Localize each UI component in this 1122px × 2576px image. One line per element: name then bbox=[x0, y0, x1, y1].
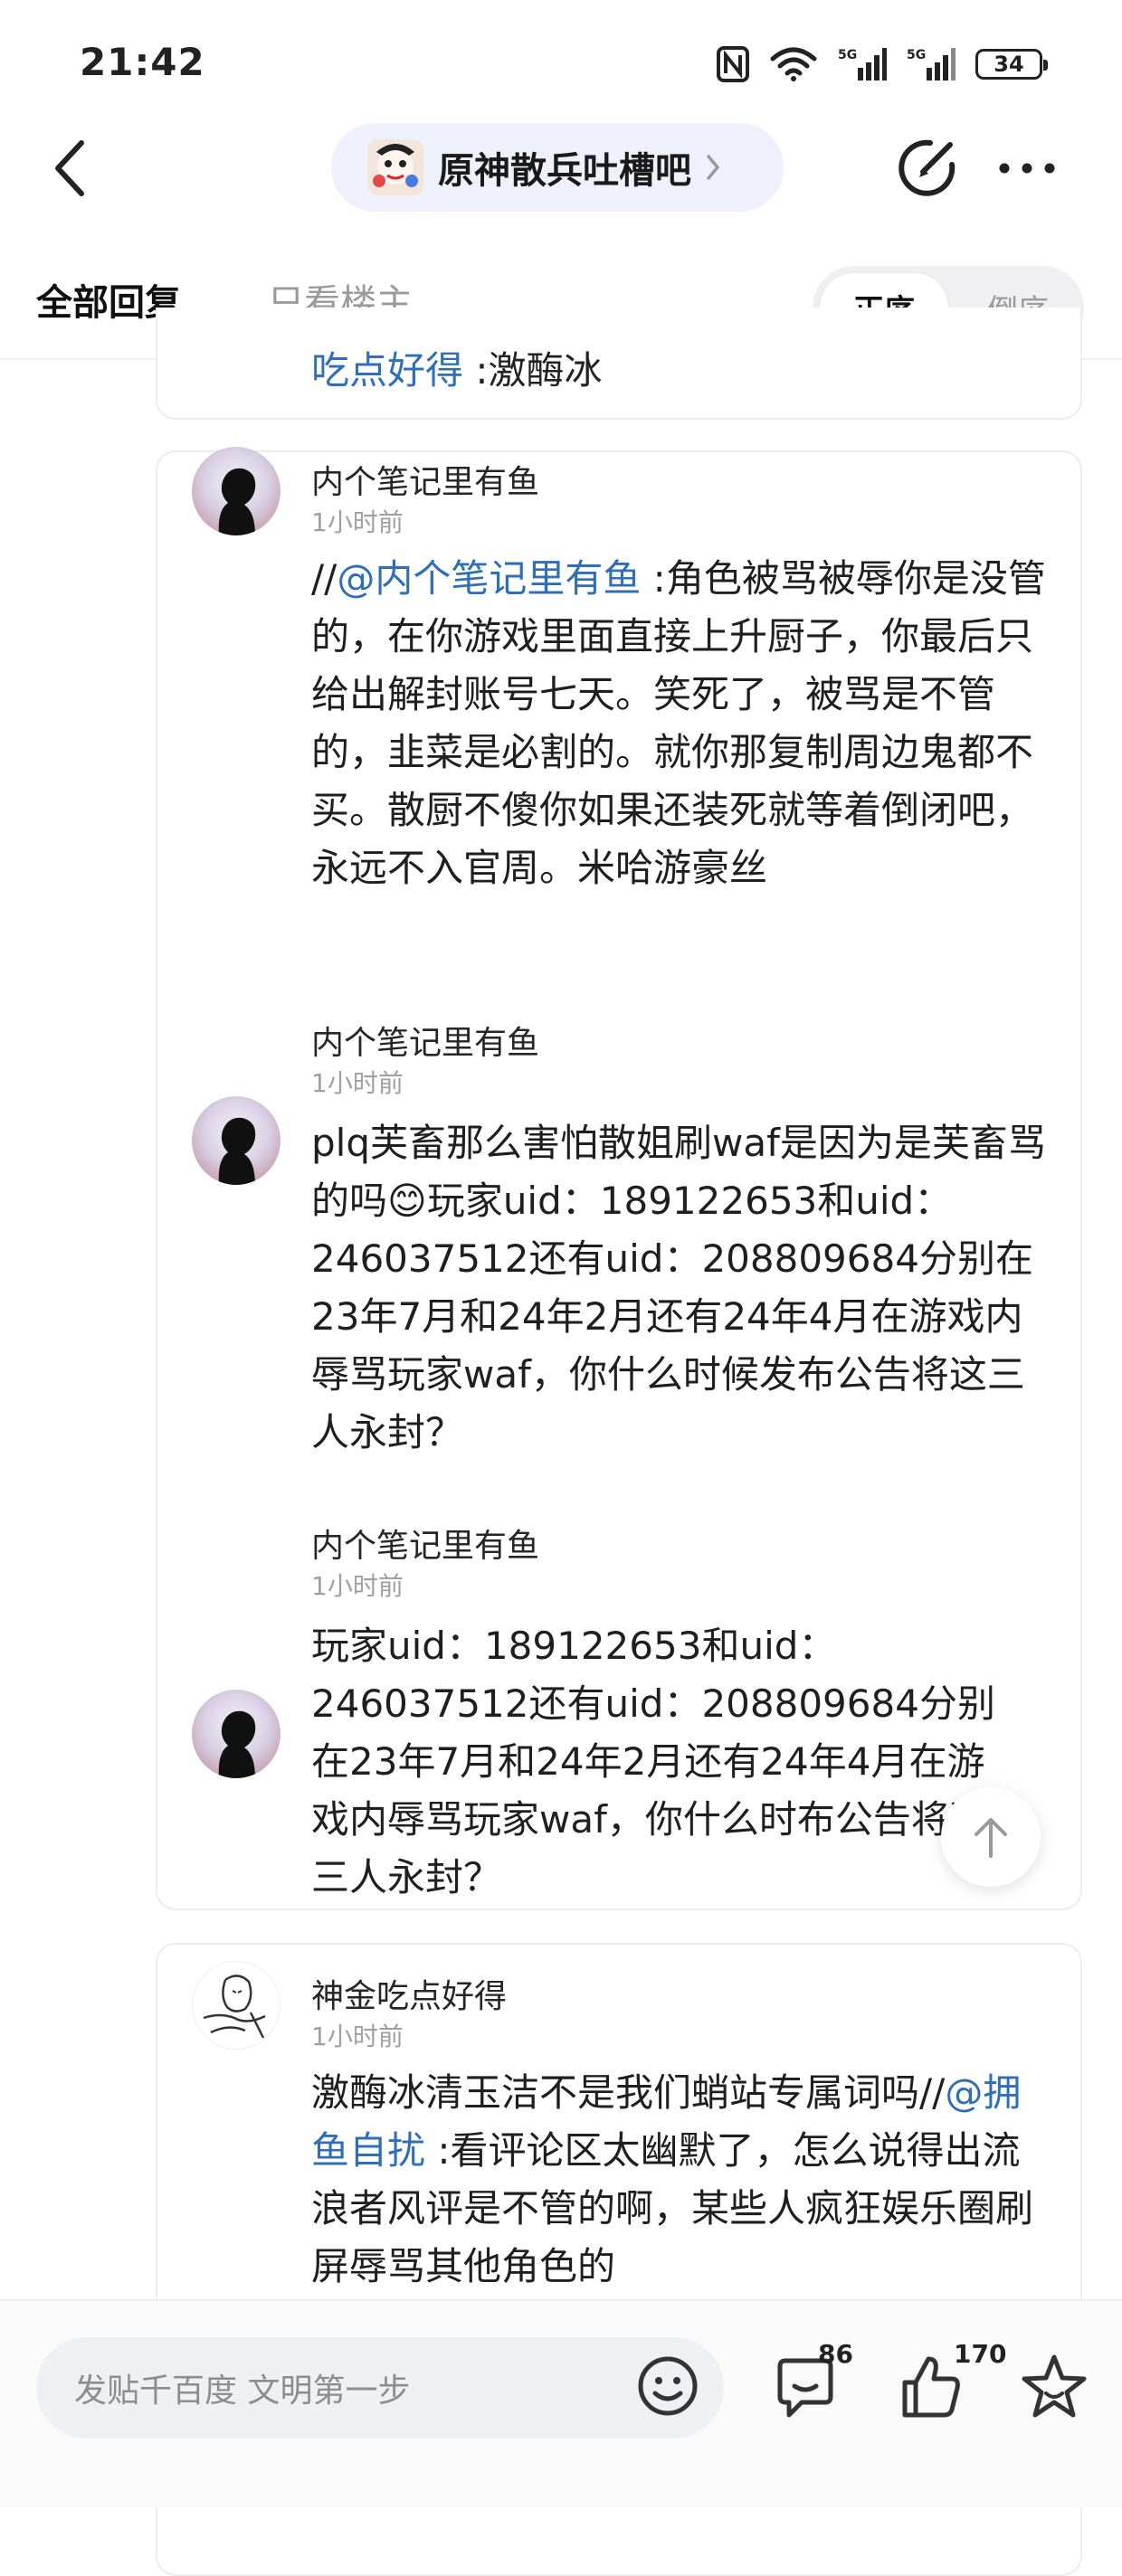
post-text: 玩家uid：189122653和uid：246037512还有uid：20880… bbox=[311, 1624, 995, 1899]
back-button[interactable] bbox=[45, 136, 100, 201]
svg-text:5G: 5G bbox=[838, 48, 857, 62]
signal-5g-icon: 5G bbox=[838, 48, 887, 80]
signal-5g-icon: 5G bbox=[907, 48, 956, 80]
post-time: 1小时前 bbox=[311, 507, 404, 537]
arrow-up-icon bbox=[975, 1818, 1007, 1858]
post-time: 1小时前 bbox=[311, 1068, 404, 1098]
svg-text:5G: 5G bbox=[907, 48, 926, 62]
wifi-icon bbox=[770, 47, 817, 81]
reply-card-partial bbox=[156, 308, 1082, 420]
partial-reply-text: 吃点好得 :激酶冰 bbox=[311, 344, 603, 398]
smile-emoji: 😊 bbox=[387, 1179, 427, 1223]
username[interactable]: 内个笔记里有鱼 bbox=[311, 1520, 539, 1567]
avatar[interactable] bbox=[192, 447, 280, 535]
nfc-icon bbox=[717, 46, 749, 82]
post-time: 1小时前 bbox=[311, 1571, 404, 1601]
emoji-icon bbox=[638, 2356, 698, 2416]
username[interactable]: 内个笔记里有鱼 bbox=[311, 1017, 539, 1064]
scroll-top-button[interactable] bbox=[941, 1787, 1041, 1887]
reply-placeholder: 发贴千百度 文明第一步 bbox=[74, 2372, 411, 2410]
avatar[interactable] bbox=[192, 1096, 280, 1185]
post-body: 激酶冰清玉洁不是我们蛸站专属词吗// bbox=[311, 2070, 946, 2115]
comment-count: 86 bbox=[818, 2339, 853, 2369]
username[interactable]: 神金吃点好得 bbox=[311, 1970, 507, 2017]
edit-icon bbox=[899, 139, 956, 196]
post-text: plq芙畜那么害怕散姐刷waf是因为是芙畜骂的吗😊玩家uid：189122653… bbox=[311, 1114, 1053, 1462]
forum-name: 原神散兵吐槽吧 bbox=[438, 150, 691, 192]
post-text: 激酶冰清玉洁不是我们蛸站专属词吗//@拥鱼自扰 :看评论区太幽默了，怎么说得出流… bbox=[311, 2064, 1053, 2296]
avatar[interactable] bbox=[192, 1961, 280, 2050]
post-time: 1小时前 bbox=[311, 2022, 404, 2051]
more-button[interactable] bbox=[995, 156, 1059, 181]
mention-link[interactable]: @内个笔记里有鱼 bbox=[337, 556, 641, 601]
more-icon bbox=[999, 163, 1055, 174]
user-link[interactable]: 吃点好得 bbox=[311, 348, 463, 393]
edit-button[interactable] bbox=[896, 136, 959, 199]
emoji-button[interactable] bbox=[635, 2353, 700, 2419]
post-prefix: // bbox=[311, 556, 338, 601]
favorite-button[interactable] bbox=[1019, 2352, 1089, 2422]
back-icon bbox=[55, 140, 84, 196]
username[interactable]: 内个笔记里有鱼 bbox=[311, 456, 539, 503]
forum-title-button[interactable]: 原神散兵吐槽吧 bbox=[331, 123, 784, 212]
post-body: :角色被骂被辱你是没管的，在你游戏里面直接上升厨子，你最后只给出解封账号七天。笑… bbox=[311, 556, 1046, 890]
reply-input[interactable]: 发贴千百度 文明第一步 bbox=[36, 2337, 724, 2439]
chevron-right-icon bbox=[707, 155, 720, 180]
star-icon bbox=[1022, 2354, 1087, 2418]
post-text: //@内个笔记里有鱼 :角色被骂被辱你是没管的，在你游戏里面直接上升厨子，你最后… bbox=[311, 550, 1053, 897]
like-count: 170 bbox=[954, 2339, 1007, 2369]
forum-avatar bbox=[367, 139, 423, 195]
battery-level: 34 bbox=[994, 52, 1024, 77]
status-time: 21:42 bbox=[80, 40, 205, 84]
battery-icon: 34 bbox=[975, 49, 1048, 80]
partial-reply-body: :激酶冰 bbox=[463, 348, 603, 393]
status-icons: 5G 5G 34 bbox=[717, 43, 1048, 85]
avatar[interactable] bbox=[192, 1690, 280, 1778]
